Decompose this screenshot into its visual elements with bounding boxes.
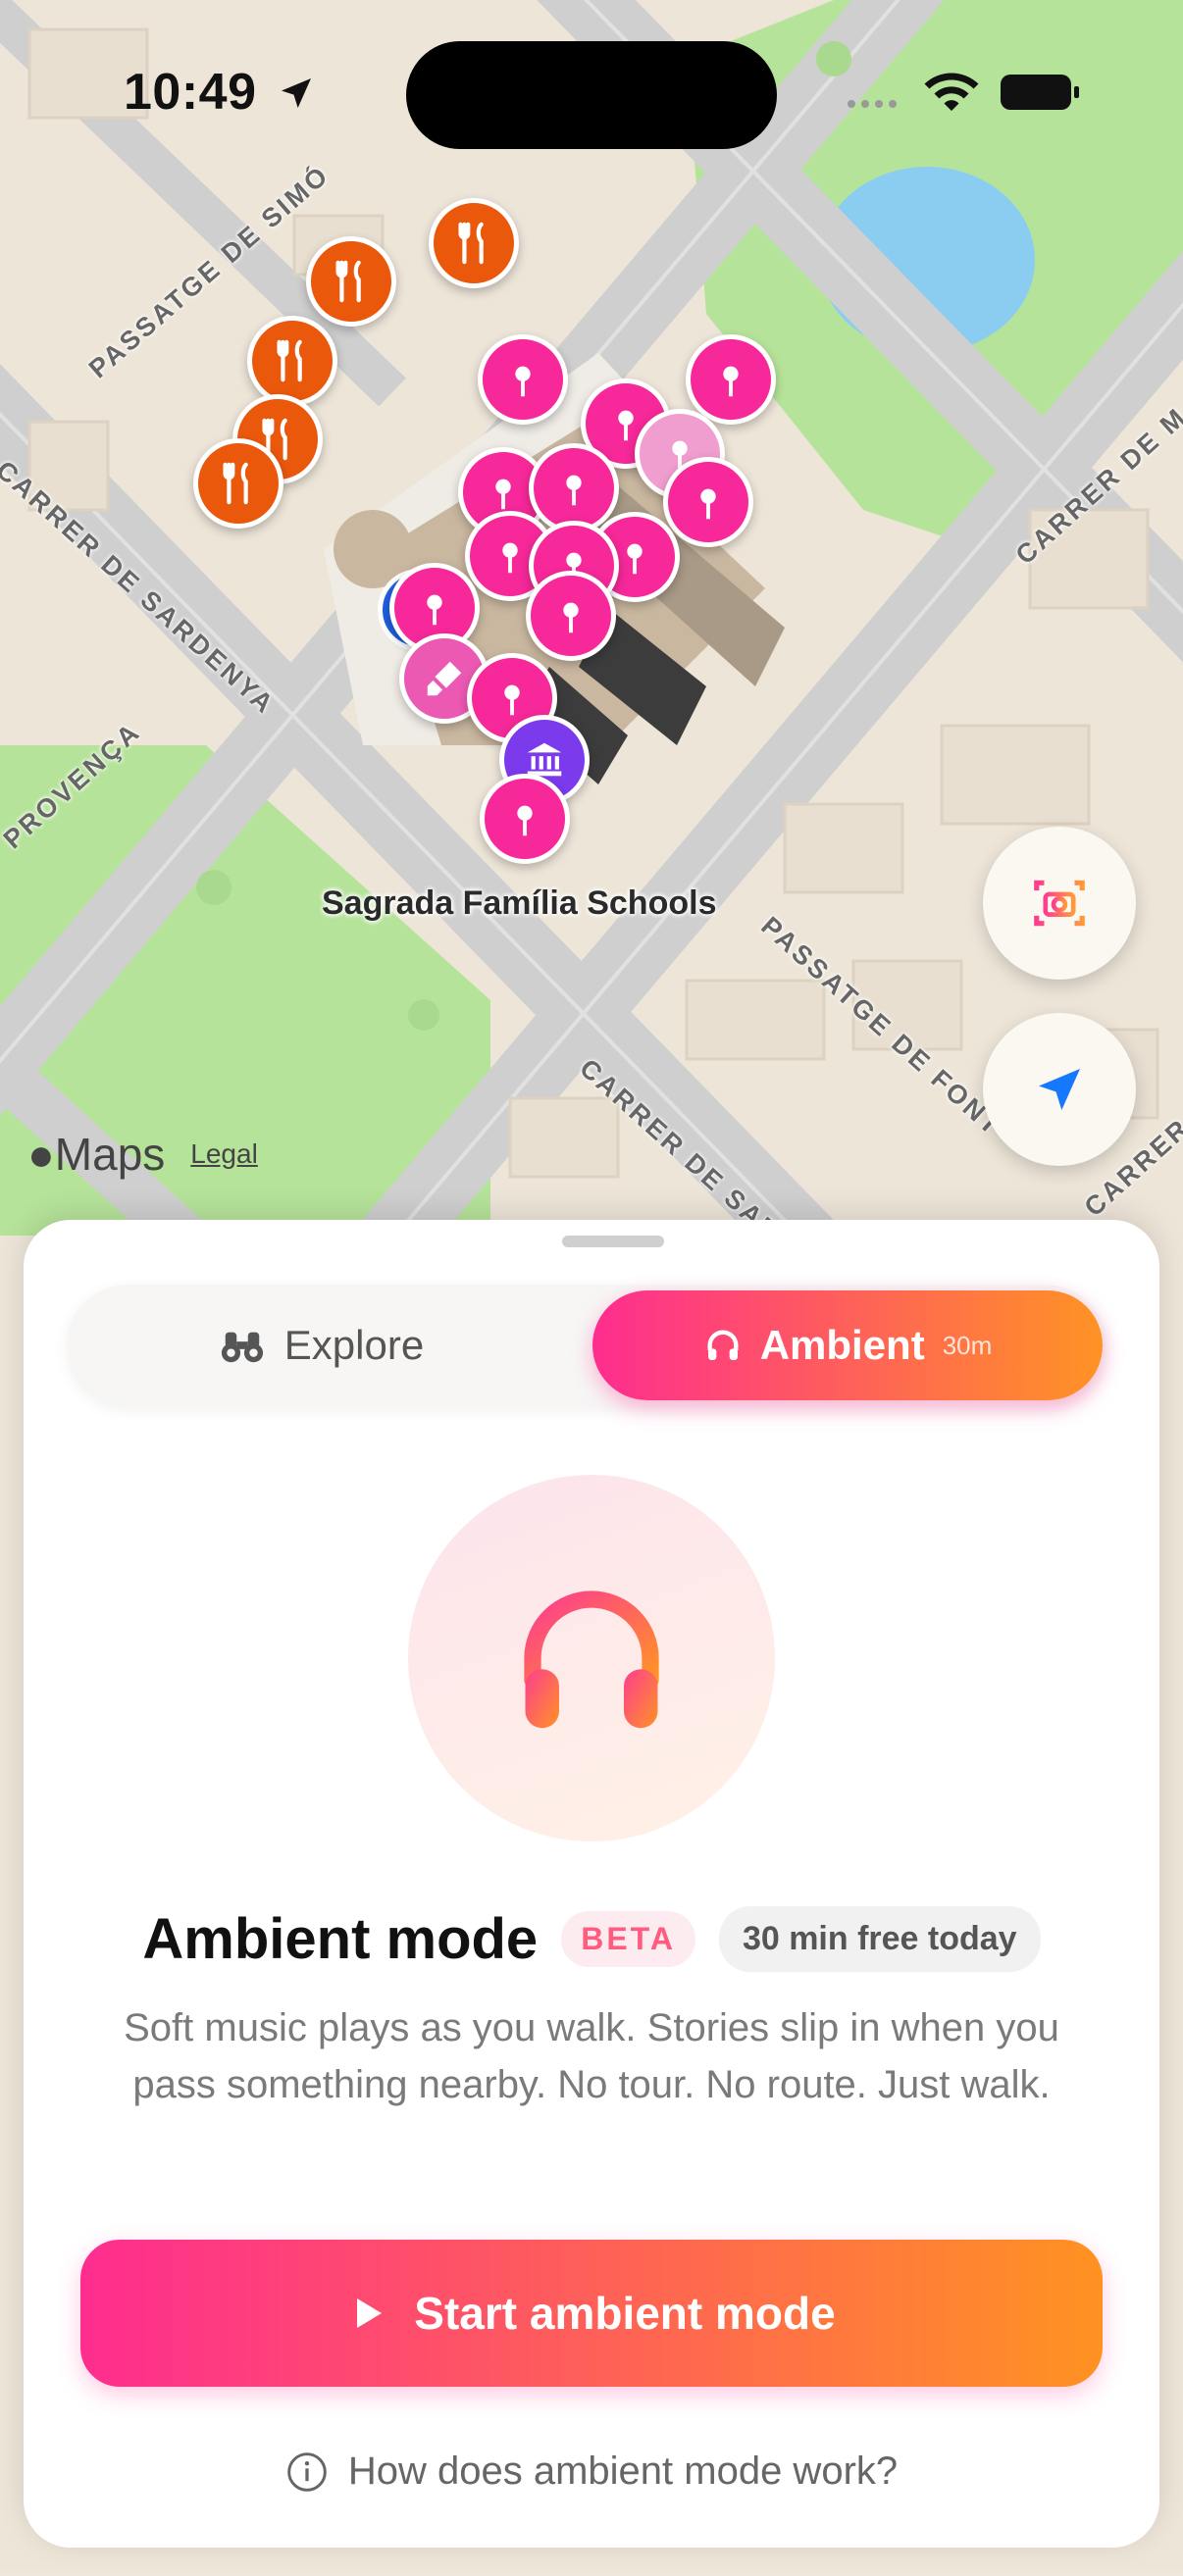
story-pin[interactable] [478, 334, 568, 425]
sheet-title: Ambient mode [142, 1907, 539, 1971]
beta-badge: BETA [561, 1911, 695, 1967]
story-marker-icon [723, 366, 739, 397]
fork-knife-icon [335, 260, 361, 303]
story-marker-icon [495, 479, 511, 510]
battery-icon [1001, 75, 1079, 110]
camera-scan-icon [1034, 880, 1085, 927]
story-marker-icon [502, 542, 518, 574]
headphones-icon [707, 1330, 739, 1360]
story-marker-icon [515, 366, 531, 397]
fork-knife-icon [223, 462, 248, 505]
location-services-icon [282, 78, 312, 108]
story-pin[interactable] [526, 571, 616, 661]
story-pin[interactable] [663, 457, 753, 547]
ambient-minutes-badge: 30m [942, 1330, 993, 1360]
help-link-label: How does ambient mode work? [347, 2450, 899, 2493]
clock: 10:49 [124, 63, 316, 122]
tab-explore[interactable]: Explore [67, 1285, 577, 1406]
start-ambient-button[interactable]: Start ambient mode [80, 2240, 1103, 2387]
tab-explore-label: Explore [283, 1322, 425, 1368]
fork-knife-icon [277, 339, 302, 382]
story-pin[interactable] [480, 774, 570, 864]
mode-segmented-control: Explore Ambient 30m [67, 1285, 1106, 1406]
story-marker-icon [700, 488, 716, 520]
free-time-badge: 30 min free today [718, 1906, 1041, 1972]
maps-attribution: ●Maps Legal [27, 1128, 258, 1181]
story-marker-icon [627, 543, 643, 575]
play-icon [357, 2298, 383, 2328]
story-marker-icon [566, 475, 582, 506]
binoculars-icon [221, 1332, 263, 1363]
start-ambient-label: Start ambient mode [414, 2288, 836, 2339]
status-bar: 10:49 [0, 0, 1183, 186]
hero-illustration [408, 1475, 775, 1842]
scan-camera-button[interactable] [983, 827, 1136, 980]
title-row: Ambient mode BETA 30 min free today [24, 1906, 1159, 1972]
fork-knife-icon [458, 222, 484, 265]
ambient-sheet: Explore Ambient 30m Ambient mode BETA 30… [24, 1220, 1159, 2548]
maps-logo: ●Maps [27, 1129, 166, 1180]
restaurant-pin[interactable] [306, 236, 396, 327]
description: Soft music plays as you walk. Stories sl… [124, 2006, 1059, 2106]
headphones-icon [524, 1591, 659, 1729]
apple-logo-icon: ● [27, 1129, 55, 1180]
tab-ambient[interactable]: Ambient 30m [592, 1290, 1103, 1400]
sheet-grabber[interactable] [562, 1236, 664, 1247]
dynamic-island [406, 41, 777, 149]
cellular-signal-icon [848, 100, 897, 108]
restaurant-pin[interactable] [247, 316, 337, 406]
paintbrush-icon [427, 661, 462, 696]
legal-link[interactable]: Legal [190, 1138, 258, 1170]
location-arrow-icon [1039, 1069, 1080, 1110]
help-link[interactable]: How does ambient mode work? [24, 2450, 1159, 2494]
info-icon [287, 2451, 327, 2492]
story-pin[interactable] [686, 334, 776, 425]
place-label: Sagrada Família Schools [322, 884, 717, 922]
story-marker-icon [504, 684, 520, 716]
story-marker-icon [563, 602, 579, 633]
restaurant-pin[interactable] [193, 438, 283, 529]
restaurant-pin[interactable] [429, 198, 519, 288]
story-marker-icon [427, 594, 442, 626]
tab-ambient-label: Ambient [759, 1322, 925, 1368]
wifi-icon [924, 73, 979, 111]
story-marker-icon [517, 805, 533, 836]
locate-me-button[interactable] [983, 1013, 1136, 1166]
